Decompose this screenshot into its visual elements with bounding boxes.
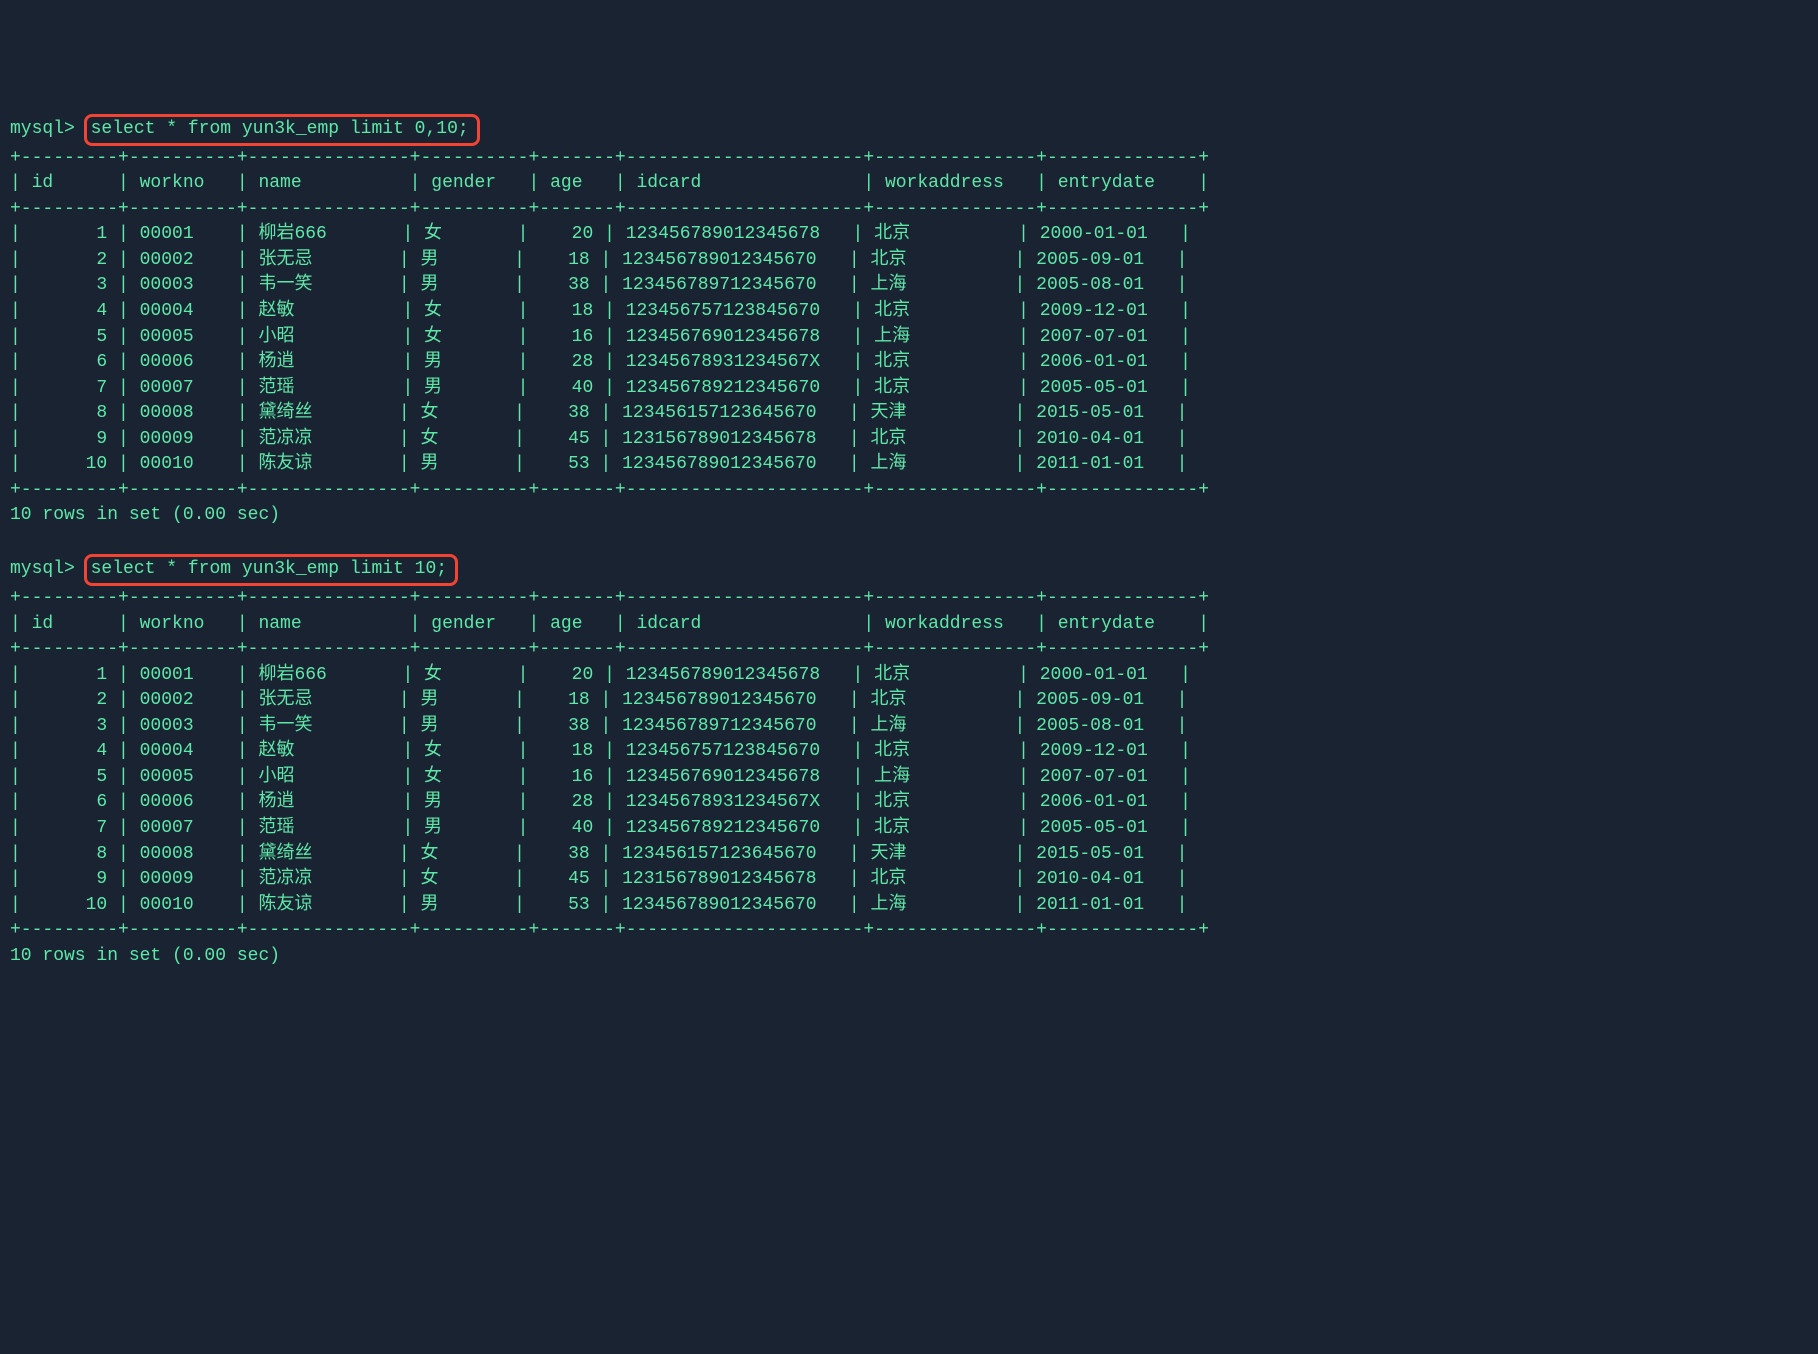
mysql-prompt: mysql> bbox=[10, 119, 75, 139]
table-row: | 3 | 00003 | 韦一笑 | 男 | 38 | 12345678971… bbox=[10, 275, 1187, 295]
table-separator: +---------+----------+---------------+--… bbox=[10, 480, 1209, 500]
table-row: | 6 | 00006 | 杨逍 | 男 | 28 | 123456789312… bbox=[10, 352, 1191, 372]
table-row: | 4 | 00004 | 赵敏 | 女 | 18 | 123456757123… bbox=[10, 741, 1191, 761]
result-footer: 10 rows in set (0.00 sec) bbox=[10, 946, 280, 966]
table-header-row: | id | workno | name | gender | age | id… bbox=[10, 614, 1209, 634]
result-footer: 10 rows in set (0.00 sec) bbox=[10, 505, 280, 525]
mysql-prompt-line[interactable]: mysql> select * from yun3k_emp limit 0,1… bbox=[10, 119, 480, 139]
mysql-prompt: mysql> bbox=[10, 559, 75, 579]
table-row: | 5 | 00005 | 小昭 | 女 | 16 | 123456769012… bbox=[10, 327, 1191, 347]
table-row: | 10 | 00010 | 陈友谅 | 男 | 53 | 1234567890… bbox=[10, 454, 1187, 474]
terminal-output: mysql> select * from yun3k_emp limit 0,1… bbox=[10, 114, 1808, 969]
mysql-prompt-line[interactable]: mysql> select * from yun3k_emp limit 10; bbox=[10, 559, 458, 579]
table-row: | 1 | 00001 | 柳岩666 | 女 | 20 | 123456789… bbox=[10, 224, 1191, 244]
table-row: | 9 | 00009 | 范凉凉 | 女 | 45 | 12315678901… bbox=[10, 869, 1187, 889]
table-row: | 6 | 00006 | 杨逍 | 男 | 28 | 123456789312… bbox=[10, 792, 1191, 812]
sql-query: select * from yun3k_emp limit 0,10; bbox=[91, 119, 469, 139]
table-row: | 10 | 00010 | 陈友谅 | 男 | 53 | 1234567890… bbox=[10, 895, 1187, 915]
table-separator: +---------+----------+---------------+--… bbox=[10, 199, 1209, 219]
table-separator: +---------+----------+---------------+--… bbox=[10, 148, 1209, 168]
table-row: | 7 | 00007 | 范瑶 | 男 | 40 | 123456789212… bbox=[10, 818, 1191, 838]
table-row: | 5 | 00005 | 小昭 | 女 | 16 | 123456769012… bbox=[10, 767, 1191, 787]
query-highlight: select * from yun3k_emp limit 0,10; bbox=[84, 114, 480, 146]
table-separator: +---------+----------+---------------+--… bbox=[10, 639, 1209, 659]
table-row: | 8 | 00008 | 黛绮丝 | 女 | 38 | 12345615712… bbox=[10, 403, 1187, 423]
sql-query: select * from yun3k_emp limit 10; bbox=[91, 559, 447, 579]
table-header-row: | id | workno | name | gender | age | id… bbox=[10, 173, 1209, 193]
table-separator: +---------+----------+---------------+--… bbox=[10, 920, 1209, 940]
table-row: | 2 | 00002 | 张无忌 | 男 | 18 | 12345678901… bbox=[10, 250, 1187, 270]
table-row: | 7 | 00007 | 范瑶 | 男 | 40 | 123456789212… bbox=[10, 378, 1191, 398]
table-separator: +---------+----------+---------------+--… bbox=[10, 588, 1209, 608]
table-row: | 8 | 00008 | 黛绮丝 | 女 | 38 | 12345615712… bbox=[10, 844, 1187, 864]
query-highlight: select * from yun3k_emp limit 10; bbox=[84, 554, 458, 586]
table-row: | 3 | 00003 | 韦一笑 | 男 | 38 | 12345678971… bbox=[10, 716, 1187, 736]
table-row: | 2 | 00002 | 张无忌 | 男 | 18 | 12345678901… bbox=[10, 690, 1187, 710]
table-row: | 4 | 00004 | 赵敏 | 女 | 18 | 123456757123… bbox=[10, 301, 1191, 321]
table-row: | 1 | 00001 | 柳岩666 | 女 | 20 | 123456789… bbox=[10, 665, 1191, 685]
table-row: | 9 | 00009 | 范凉凉 | 女 | 45 | 12315678901… bbox=[10, 429, 1187, 449]
